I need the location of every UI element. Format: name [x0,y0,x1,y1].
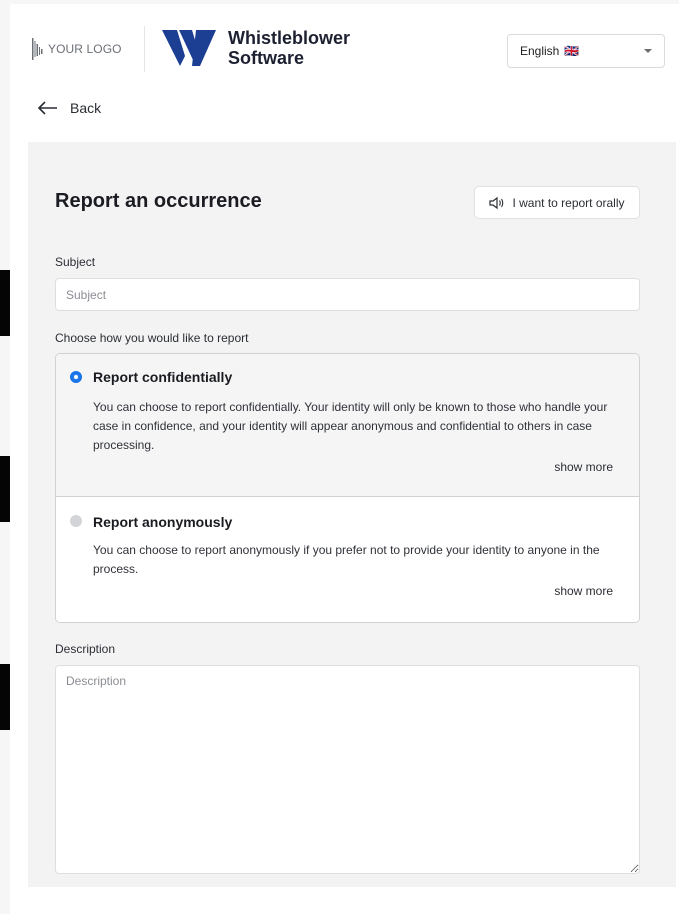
speaker-icon [489,196,504,209]
edge-marker [0,270,10,336]
ww-logo-icon [162,30,216,66]
arrow-left-icon [38,101,57,115]
back-link[interactable]: Back [38,100,101,116]
report-page: YOUR LOGO Whistleblower Software English… [10,4,679,914]
radio-unselected[interactable] [70,515,82,527]
description-textarea[interactable] [55,665,640,874]
choose-method-label: Choose how you would like to report [55,331,249,345]
back-label: Back [70,100,102,116]
show-more-link[interactable]: show more [554,584,613,598]
option-description: You can choose to report anonymously if … [93,543,600,576]
brand-name-line1: Whistleblower [228,28,351,48]
option-confidential[interactable]: Report confidentially You can choose to … [56,354,639,497]
report-method-options: Report confidentially You can choose to … [55,353,640,623]
chevron-down-icon [644,49,652,53]
language-select[interactable]: English 🇬🇧 [507,34,665,68]
brand-logo: Whistleblower Software [160,26,350,70]
edge-marker [0,664,10,730]
option-description: You can choose to report confidentially.… [93,400,608,452]
description-label: Description [55,642,116,656]
subject-label: Subject [55,255,96,269]
customer-logo: YOUR LOGO [32,38,122,60]
radio-selected[interactable] [70,371,82,383]
option-title: Report anonymously [93,514,233,530]
brand-name-line2: Software [228,48,305,68]
uk-flag-icon: 🇬🇧 [564,44,580,58]
logo-divider [144,26,145,72]
report-orally-button[interactable]: I want to report orally [474,186,640,219]
barcode-logo-icon [32,38,43,60]
page-title: Report an occurrence [55,190,262,212]
edge-marker [0,456,10,522]
option-anonymous[interactable]: Report anonymously You can choose to rep… [56,497,639,622]
language-selected: English [520,44,560,58]
option-title: Report confidentially [93,369,233,385]
subject-input[interactable] [55,278,640,311]
show-more-link[interactable]: show more [554,460,613,474]
header: YOUR LOGO Whistleblower Software English… [10,4,679,96]
report-orally-label: I want to report orally [512,195,625,210]
report-form-panel: Report an occurrence I want to report or… [28,142,676,887]
your-logo-text: YOUR LOGO [48,42,122,56]
